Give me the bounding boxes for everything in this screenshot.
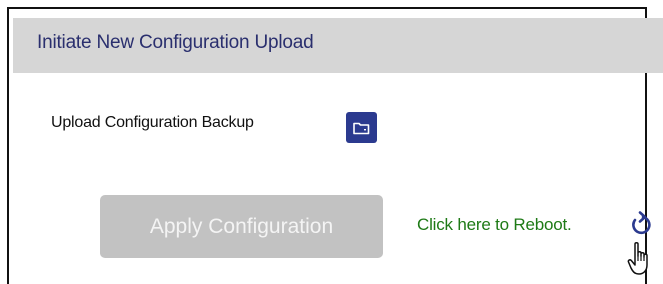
reboot-icon[interactable] <box>626 211 654 243</box>
configuration-upload-panel: Initiate New Configuration Upload Upload… <box>7 7 663 284</box>
panel-header: Initiate New Configuration Upload <box>13 18 663 73</box>
upload-configuration-label: Upload Configuration Backup <box>51 114 254 131</box>
folder-icon <box>353 122 370 134</box>
reboot-link[interactable]: Click here to Reboot. <box>417 215 572 235</box>
panel-title: Initiate New Configuration Upload <box>37 32 314 53</box>
hand-cursor-icon <box>627 241 648 275</box>
upload-configuration-button[interactable] <box>346 112 377 143</box>
apply-configuration-button[interactable]: Apply Configuration <box>100 195 383 258</box>
